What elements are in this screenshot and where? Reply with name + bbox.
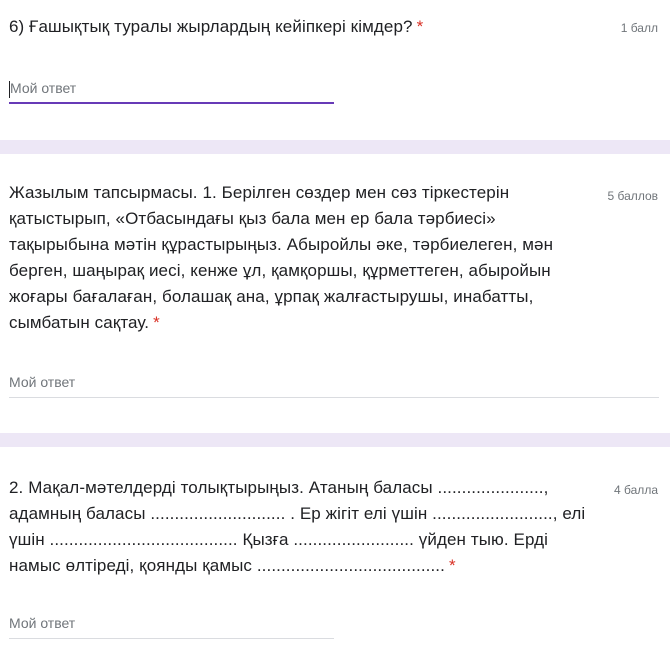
- answer-placeholder: Мой ответ: [9, 374, 76, 390]
- points-label: 1 балл: [620, 21, 658, 35]
- points-label: 5 баллов: [607, 189, 658, 203]
- answer-input[interactable]: Мой ответ: [9, 78, 334, 104]
- answer-underline: [9, 397, 659, 398]
- answer-placeholder: Мой ответ: [10, 80, 77, 96]
- points-label: 4 балла: [614, 483, 658, 497]
- answer-placeholder: Мой ответ: [9, 615, 76, 631]
- question-card: 6) Ғашықтық туралы жырлардың кейіпкері к…: [0, 0, 670, 140]
- required-asterisk: *: [153, 313, 160, 332]
- answer-underline: [9, 102, 334, 104]
- required-asterisk: *: [416, 17, 424, 36]
- question-title: 6) Ғашықтық туралы жырлардың кейіпкері к…: [9, 17, 424, 36]
- answer-underline: [9, 638, 334, 639]
- question-title: 2. Мақал-мәтелдерді толықтырыңыз. Атаның…: [9, 478, 586, 575]
- question-card: Жазылым тапсырмасы. 1. Берілген сөздер м…: [0, 154, 670, 433]
- question-card: 2. Мақал-мәтелдерді толықтырыңыз. Атаның…: [0, 447, 670, 651]
- answer-input[interactable]: Мой ответ: [9, 372, 659, 398]
- question-title: Жазылым тапсырмасы. 1. Берілген сөздер м…: [9, 183, 554, 332]
- answer-input[interactable]: Мой ответ: [9, 613, 334, 639]
- required-asterisk: *: [448, 556, 456, 575]
